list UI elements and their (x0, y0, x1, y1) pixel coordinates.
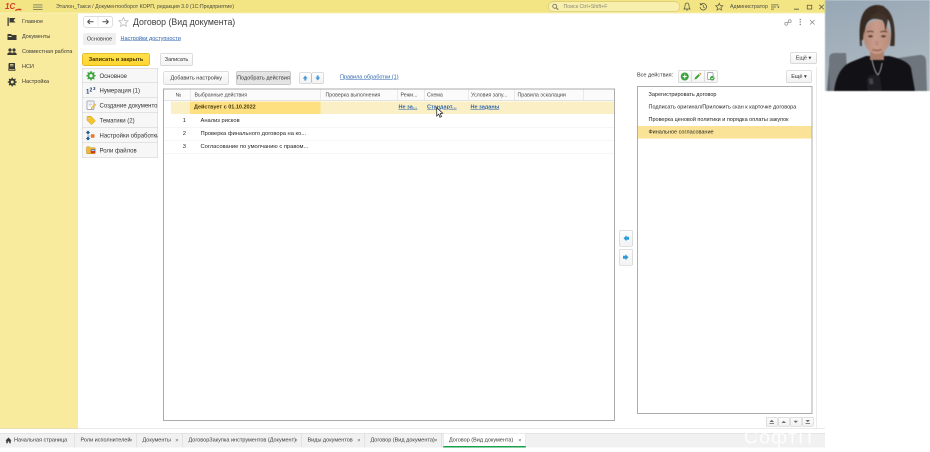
svg-text:3: 3 (93, 86, 96, 91)
svg-text:1С: 1С (5, 2, 15, 11)
